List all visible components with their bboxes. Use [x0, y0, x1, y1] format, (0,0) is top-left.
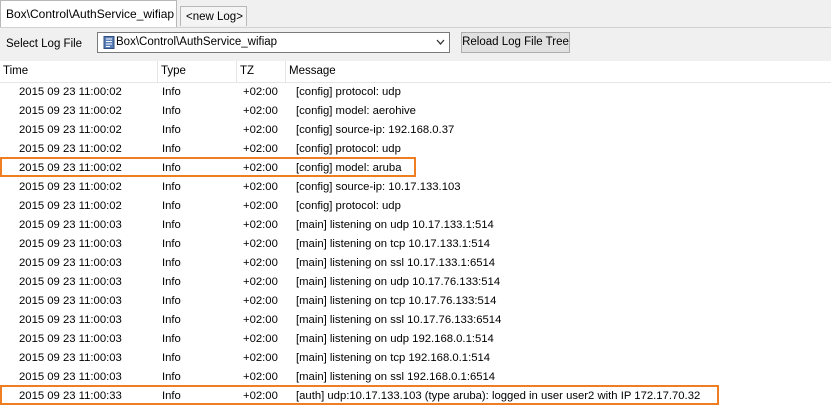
table-row[interactable]: 2015 09 23 11:00:03 Info +02:00 [main] list…	[0, 349, 831, 368]
table-row[interactable]: 2015 09 23 11:00:03 Info +02:00 [main] list…	[0, 235, 831, 254]
cell-message: [main] listening on tcp 192.168.0.1:514	[296, 352, 491, 364]
cell-time: 2015 09 23 11:00:03	[19, 219, 122, 231]
cell-tz: +02:00	[243, 314, 278, 326]
cell-message: [config] source-ip: 10.17.133.103	[296, 181, 461, 193]
cell-tz: +02:00	[243, 124, 278, 136]
cell-tz: +02:00	[243, 257, 278, 269]
cell-time: 2015 09 23 11:00:03	[19, 333, 122, 345]
cell-tz: +02:00	[243, 352, 278, 364]
cell-time: 2015 09 23 11:00:02	[19, 181, 122, 193]
log-table: Time Type TZ Message 2015 09 23 11:00:02…	[0, 61, 831, 407]
cell-tz: +02:00	[243, 219, 278, 231]
cell-message: [main] listening on tcp 10.17.133.1:514	[296, 238, 491, 250]
cell-tz: +02:00	[243, 200, 278, 212]
column-header-message[interactable]: Message	[286, 61, 831, 82]
reload-log-file-tree-button[interactable]: Reload Log File Tree	[461, 32, 570, 53]
log-toolbar: Select Log File Box\Control\AuthService_…	[0, 28, 831, 61]
cell-type: Info	[162, 295, 181, 307]
log-file-icon	[103, 36, 115, 49]
cell-time: 2015 09 23 11:00:03	[19, 295, 122, 307]
cell-message: [main] listening on ssl 10.17.76.133:651…	[296, 314, 502, 326]
table-row[interactable]: 2015 09 23 11:00:03 Info +02:00 [main] list…	[0, 216, 831, 235]
cell-type: Info	[162, 181, 181, 193]
cell-type: Info	[162, 352, 181, 364]
cell-tz: +02:00	[243, 238, 278, 250]
table-row[interactable]: 2015 09 23 11:00:02 Info +02:00 [config] pr…	[0, 83, 831, 102]
tab-new-log[interactable]: <new Log>	[180, 6, 247, 26]
cell-type: Info	[162, 238, 181, 250]
cell-time: 2015 09 23 11:00:03	[19, 352, 122, 364]
cell-message: [main] listening on tcp 10.17.76.133:514	[296, 295, 497, 307]
highlight-box-aruba-config	[0, 157, 416, 177]
log-tab-strip: Box\Control\AuthService_wifiap <new Log>	[0, 0, 831, 28]
table-row[interactable]: 2015 09 23 11:00:03 Info +02:00 [main] list…	[0, 330, 831, 349]
table-row[interactable]: 2015 09 23 11:00:02 Info +02:00 [config] so…	[0, 121, 831, 140]
log-file-select[interactable]: Box\Control\AuthService_wifiap	[97, 32, 450, 53]
column-header-time[interactable]: Time	[0, 61, 158, 82]
cell-message: [main] listening on udp 10.17.133.1:514	[296, 219, 494, 231]
cell-type: Info	[162, 276, 181, 288]
cell-type: Info	[162, 333, 181, 345]
cell-tz: +02:00	[243, 276, 278, 288]
log-file-value: Box\Control\AuthService_wifiap	[116, 36, 278, 48]
cell-time: 2015 09 23 11:00:02	[19, 105, 122, 117]
highlight-box-auth-login	[0, 385, 719, 405]
table-row[interactable]: 2015 09 23 11:00:03 Info +02:00 [main] list…	[0, 273, 831, 292]
cell-message: [config] model: aerohive	[296, 105, 416, 117]
cell-time: 2015 09 23 11:00:02	[19, 200, 122, 212]
chevron-down-icon[interactable]	[435, 34, 446, 54]
cell-message: [config] protocol: udp	[296, 86, 401, 98]
table-header: Time Type TZ Message	[0, 61, 831, 83]
cell-type: Info	[162, 124, 181, 136]
cell-time: 2015 09 23 11:00:02	[19, 86, 122, 98]
cell-message: [main] listening on ssl 10.17.133.1:6514	[296, 257, 496, 269]
cell-tz: +02:00	[243, 105, 278, 117]
table-row[interactable]: 2015 09 23 11:00:03 Info +02:00 [main] list…	[0, 292, 831, 311]
cell-message: [main] listening on udp 10.17.76.133:514	[296, 276, 501, 288]
cell-type: Info	[162, 105, 181, 117]
cell-type: Info	[162, 200, 181, 212]
cell-type: Info	[162, 314, 181, 326]
cell-tz: +02:00	[243, 333, 278, 345]
table-row[interactable]: 2015 09 23 11:00:03 Info +02:00 [main] list…	[0, 254, 831, 273]
cell-tz: +02:00	[243, 181, 278, 193]
table-row[interactable]: 2015 09 23 11:00:03 Info +02:00 [main] list…	[0, 311, 831, 330]
cell-message: [main] listening on udp 192.168.0.1:514	[296, 333, 494, 345]
cell-time: 2015 09 23 11:00:03	[19, 257, 122, 269]
cell-time: 2015 09 23 11:00:03	[19, 276, 122, 288]
table-row[interactable]: 2015 09 23 11:00:02 Info +02:00 [config] mo…	[0, 102, 831, 121]
table-row[interactable]: 2015 09 23 11:00:02 Info +02:00 [config] so…	[0, 178, 831, 197]
column-header-type[interactable]: Type	[158, 61, 237, 82]
select-log-file-label: Select Log File	[6, 38, 83, 50]
cell-tz: +02:00	[243, 295, 278, 307]
cell-type: Info	[162, 219, 181, 231]
cell-time: 2015 09 23 11:00:02	[19, 124, 122, 136]
cell-tz: +02:00	[243, 86, 278, 98]
tab-authservice-wifiap[interactable]: Box\Control\AuthService_wifiap	[0, 0, 177, 27]
cell-time: 2015 09 23 11:00:03	[19, 314, 122, 326]
table-row[interactable]: 2015 09 23 11:00:02 Info +02:00 [config] pr…	[0, 197, 831, 216]
cell-type: Info	[162, 86, 181, 98]
column-header-tz[interactable]: TZ	[237, 61, 286, 82]
cell-message: [config] source-ip: 192.168.0.37	[296, 124, 455, 136]
cell-message: [config] protocol: udp	[296, 200, 401, 212]
cell-time: 2015 09 23 11:00:03	[19, 238, 122, 250]
cell-type: Info	[162, 257, 181, 269]
